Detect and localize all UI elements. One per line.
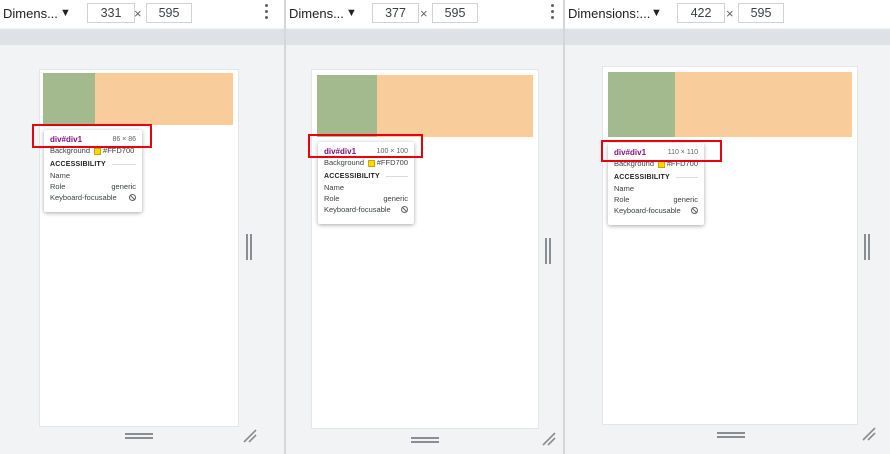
margin-highlight — [608, 72, 675, 137]
times-sign: × — [726, 6, 734, 21]
width-input[interactable]: 377 — [372, 3, 419, 23]
width-input[interactable]: 331 — [87, 3, 135, 23]
device-viewport[interactable]: div#div1 110 × 110 Background #FFD700 AC… — [603, 67, 857, 424]
section-heading: ACCESSIBILITY — [324, 173, 380, 180]
more-vert-icon[interactable] — [550, 4, 554, 22]
ruler-strip — [286, 29, 564, 45]
resize-corner-icon[interactable] — [542, 432, 556, 446]
resize-handle-right[interactable] — [864, 234, 870, 260]
device-toolbar: Dimens... ▼ 377 × 595 — [286, 0, 564, 28]
highlighted-element[interactable] — [317, 75, 533, 137]
device-toolbar: Dimensions:... ▼ 422 × 595 — [565, 0, 890, 28]
name-label: Name — [614, 184, 635, 193]
role-label: Role — [324, 194, 340, 203]
device-panel-2: Dimens... ▼ 377 × 595 div#div1 100 × 100… — [286, 0, 564, 454]
no-entry-icon — [691, 207, 698, 214]
role-label: Role — [50, 182, 66, 191]
ruler-strip — [565, 29, 890, 45]
resize-handle-right[interactable] — [545, 238, 551, 264]
ruler-strip — [0, 29, 285, 45]
accessibility-section: ACCESSIBILITY — [324, 171, 408, 182]
height-input[interactable]: 595 — [738, 3, 784, 23]
color-swatch — [367, 159, 375, 167]
margin-highlight — [317, 75, 377, 137]
highlighted-element[interactable] — [608, 72, 852, 137]
accessibility-section: ACCESSIBILITY — [614, 172, 698, 183]
device-panel-3: Dimensions:... ▼ 422 × 595 div#div1 110 … — [565, 0, 890, 454]
times-sign: × — [420, 6, 428, 21]
resize-corner-icon[interactable] — [862, 427, 876, 441]
name-label: Name — [324, 183, 345, 192]
resize-handle-right[interactable] — [246, 234, 252, 260]
no-entry-icon — [129, 194, 136, 201]
section-heading: ACCESSIBILITY — [614, 174, 670, 181]
padding-highlight — [377, 75, 533, 137]
dimensions-dropdown[interactable]: Dimens... — [3, 6, 58, 22]
resize-handle-bottom[interactable] — [125, 433, 153, 439]
focus-label: Keyboard-focusable — [614, 206, 681, 215]
height-input[interactable]: 595 — [432, 3, 478, 23]
role-value: generic — [383, 194, 408, 203]
caret-down-icon[interactable]: ▼ — [346, 7, 357, 19]
padding-highlight — [675, 72, 852, 137]
role-value: generic — [673, 195, 698, 204]
dimensions-dropdown[interactable]: Dimensions:... — [568, 6, 650, 22]
dimensions-dropdown[interactable]: Dimens... — [289, 6, 344, 22]
caret-down-icon[interactable]: ▼ — [60, 7, 71, 19]
background-label: Background — [324, 158, 365, 167]
caret-down-icon[interactable]: ▼ — [651, 7, 662, 19]
no-entry-icon — [401, 206, 408, 213]
focus-label: Keyboard-focusable — [324, 205, 391, 214]
device-viewport[interactable]: div#div1 100 × 100 Background #FFD700 AC… — [312, 70, 538, 428]
annotation-box — [601, 140, 722, 162]
background-value: #FFD700 — [376, 158, 408, 167]
focus-label: Keyboard-focusable — [50, 193, 117, 202]
width-input[interactable]: 422 — [677, 3, 725, 23]
height-input[interactable]: 595 — [146, 3, 192, 23]
resize-corner-icon[interactable] — [243, 429, 257, 443]
times-sign: × — [134, 6, 142, 21]
resize-handle-bottom[interactable] — [411, 437, 439, 443]
more-vert-icon[interactable] — [264, 4, 268, 22]
padding-highlight — [95, 73, 233, 125]
accessibility-section: ACCESSIBILITY — [50, 159, 136, 170]
annotation-box — [32, 124, 152, 148]
margin-highlight — [43, 73, 95, 125]
section-heading: ACCESSIBILITY — [50, 161, 106, 168]
role-value: generic — [111, 182, 136, 191]
color-swatch — [94, 147, 102, 155]
highlighted-element[interactable] — [43, 73, 233, 125]
name-label: Name — [50, 171, 71, 180]
role-label: Role — [614, 195, 630, 204]
resize-handle-bottom[interactable] — [717, 432, 745, 438]
device-toolbar: Dimens... ▼ 331 × 595 — [0, 0, 285, 28]
device-panel-1: Dimens... ▼ 331 × 595 div#div1 86 × 86 B… — [0, 0, 285, 454]
annotation-box — [308, 134, 423, 158]
